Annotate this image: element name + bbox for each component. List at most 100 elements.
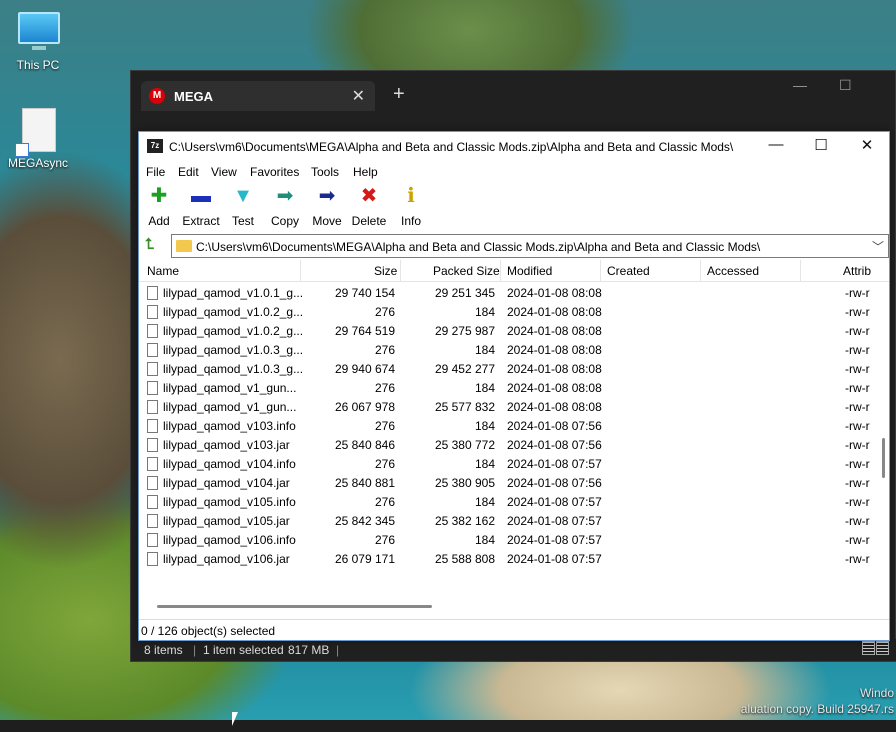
maximize-button[interactable]: ☐ <box>806 136 836 154</box>
tab-mega[interactable]: M MEGA ✕ <box>141 81 375 111</box>
file-row[interactable]: lilypad_qamod_v1.0.3_g... 29 940 674 29 45… <box>139 360 889 379</box>
tiles-view-icon[interactable] <box>876 641 889 655</box>
file-size: 276 <box>374 457 395 471</box>
menu-view[interactable]: View <box>211 165 237 179</box>
file-name: lilypad_qamod_v104.jar <box>163 476 290 490</box>
chevron-down-icon[interactable]: ﹀ <box>872 238 884 255</box>
file-row[interactable]: lilypad_qamod_v1.0.1_g... 29 740 154 29 25… <box>139 284 889 303</box>
file-row[interactable]: lilypad_qamod_v103.jar 25 840 846 25 380 7… <box>139 436 889 455</box>
maximize-icon[interactable]: ☐ <box>839 77 852 94</box>
test-icon: ▼ <box>233 185 253 207</box>
file-modified: 2024-01-08 07:56 <box>507 438 602 452</box>
file-row[interactable]: lilypad_qamod_v1.0.3_g... 276 184 2024-01-0… <box>139 341 889 360</box>
selection-status: 0 / 126 object(s) selected <box>141 624 276 638</box>
file-row[interactable]: lilypad_qamod_v104.jar 25 840 881 25 380 9… <box>139 474 889 493</box>
file-attrib: -rw-r <box>845 552 870 566</box>
file-packed-size: 25 382 162 <box>434 514 495 528</box>
file-modified: 2024-01-08 07:57 <box>507 514 602 528</box>
7zip-app-icon: 7z <box>147 139 163 153</box>
file-name: lilypad_qamod_v106.info <box>163 533 296 547</box>
menu-edit[interactable]: Edit <box>178 165 199 179</box>
view-toggle[interactable] <box>861 641 891 658</box>
tab-close-icon[interactable]: ✕ <box>352 86 365 106</box>
delete-label: Delete <box>351 214 387 228</box>
menu-favorites[interactable]: Favorites <box>250 165 299 179</box>
file-name: lilypad_qamod_v1.0.3_g... <box>163 362 304 376</box>
file-icon <box>147 438 158 452</box>
column-packed-size[interactable]: Packed Size <box>433 264 500 278</box>
info-button[interactable]: ℹ Info <box>389 184 433 230</box>
extract-button[interactable]: ▬ Extract <box>179 184 223 230</box>
details-view-icon[interactable] <box>862 641 875 655</box>
file-row[interactable]: lilypad_qamod_v1_gun... 276 184 2024-01-08 … <box>139 379 889 398</box>
file-attrib: -rw-r <box>845 286 870 300</box>
file-attrib: -rw-r <box>845 362 870 376</box>
info-label: Info <box>400 214 421 228</box>
file-row[interactable]: lilypad_qamod_v105.jar 25 842 345 25 382 1… <box>139 512 889 531</box>
file-packed-size: 184 <box>474 495 495 509</box>
file-attrib: -rw-r <box>845 400 870 414</box>
copy-button[interactable]: ➡ Copy <box>263 184 307 230</box>
file-row[interactable]: lilypad_qamod_v106.jar 26 079 171 25 588 8… <box>139 550 889 569</box>
file-list[interactable]: Name Size Packed Size Modified Created A… <box>139 260 889 620</box>
status-separator: | <box>193 643 197 657</box>
file-icon <box>147 457 158 471</box>
mega-status-bar: 8 items | 1 item selected 817 MB | <box>131 639 896 661</box>
column-attrib[interactable]: Attrib <box>843 264 871 278</box>
file-row[interactable]: lilypad_qamod_v1.0.2_g... 276 184 2024-01-0… <box>139 303 889 322</box>
file-size: 25 840 881 <box>334 476 395 490</box>
file-packed-size: 184 <box>474 343 495 357</box>
file-row[interactable]: lilypad_qamod_v104.info 276 184 2024-01-08 … <box>139 455 889 474</box>
file-modified: 2024-01-08 08:08 <box>507 362 602 376</box>
new-tab-button[interactable]: + <box>393 83 405 106</box>
vertical-scrollbar[interactable] <box>882 438 885 478</box>
file-name: lilypad_qamod_v1.0.2_g... <box>163 305 304 319</box>
up-folder-icon[interactable]: ⮤ <box>145 237 161 253</box>
status-size: 817 MB <box>288 643 330 657</box>
horizontal-scrollbar[interactable] <box>157 605 432 608</box>
column-modified[interactable]: Modified <box>507 264 552 278</box>
file-icon <box>147 552 158 566</box>
toolbar: ✚ Add ▬ Extract ▼ Test ➡ Copy ➡ Move ✖ D… <box>139 184 889 230</box>
menu-help[interactable]: Help <box>353 165 378 179</box>
status-bar: 0 / 126 object(s) selected <box>139 619 889 640</box>
status-separator: | <box>336 643 340 657</box>
add-button[interactable]: ✚ Add <box>137 184 181 230</box>
file-icon <box>147 381 158 395</box>
test-button[interactable]: ▼ Test <box>221 184 265 230</box>
file-modified: 2024-01-08 07:57 <box>507 533 602 547</box>
file-icon <box>147 495 158 509</box>
file-row[interactable]: lilypad_qamod_v1.0.2_g... 29 764 519 29 27… <box>139 322 889 341</box>
minimize-icon[interactable]: — <box>793 77 807 93</box>
file-row[interactable]: lilypad_qamod_v103.info 276 184 2024-01-08 … <box>139 417 889 436</box>
file-packed-size: 25 577 832 <box>434 400 495 414</box>
menu-tools[interactable]: Tools <box>311 165 339 179</box>
column-size[interactable]: Size <box>374 264 397 278</box>
column-created[interactable]: Created <box>607 264 650 278</box>
menu-file[interactable]: File <box>146 165 165 179</box>
file-modified: 2024-01-08 07:57 <box>507 495 602 509</box>
file-packed-size: 184 <box>474 381 495 395</box>
file-attrib: -rw-r <box>845 343 870 357</box>
taskbar <box>0 720 896 732</box>
desktop-icon-label: This PC <box>16 58 60 72</box>
file-row[interactable]: lilypad_qamod_v106.info 276 184 2024-01-08 … <box>139 531 889 550</box>
path-input[interactable]: C:\Users\vm6\Documents\MEGA\Alpha and Be… <box>171 234 889 258</box>
test-label: Test <box>231 214 254 228</box>
file-row[interactable]: lilypad_qamod_v1_gun... 26 067 978 25 577 … <box>139 398 889 417</box>
delete-button[interactable]: ✖ Delete <box>347 184 391 230</box>
file-icon <box>147 286 158 300</box>
file-icon <box>147 343 158 357</box>
file-row[interactable]: lilypad_qamod_v105.info 276 184 2024-01-08 … <box>139 493 889 512</box>
minimize-button[interactable]: — <box>761 136 791 153</box>
mega-logo-icon: M <box>149 88 165 104</box>
close-button[interactable]: ✕ <box>852 136 882 154</box>
move-button[interactable]: ➡ Move <box>305 184 349 230</box>
column-accessed[interactable]: Accessed <box>707 264 759 278</box>
column-name[interactable]: Name <box>147 264 179 278</box>
file-size: 276 <box>374 381 395 395</box>
desktop-icon-label: MEGAsync <box>7 156 68 170</box>
file-icon <box>147 305 158 319</box>
title-bar[interactable]: 7z C:\Users\vm6\Documents\MEGA\Alpha and… <box>139 132 889 162</box>
info-icon: ℹ <box>407 185 415 207</box>
